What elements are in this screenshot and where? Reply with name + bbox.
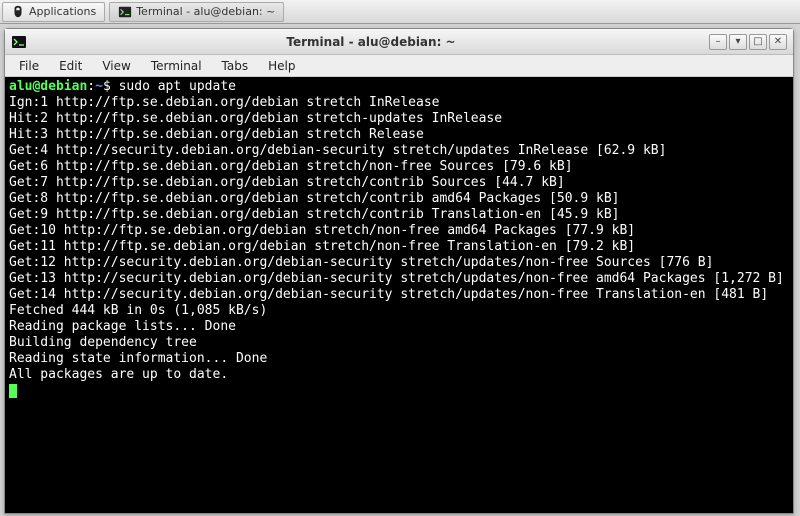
applications-menu[interactable]: Applications	[2, 2, 105, 22]
shade-button[interactable]: ▾	[729, 34, 747, 50]
terminal-window: Terminal - alu@debian: ~ – ▾ □ ✕ File Ed…	[4, 28, 794, 514]
taskbar-terminal-entry[interactable]: Terminal - alu@debian: ~	[109, 2, 284, 22]
menubar: File Edit View Terminal Tabs Help	[5, 55, 793, 77]
prompt-path: ~	[95, 79, 103, 94]
prompt-dollar: $	[103, 79, 119, 94]
terminal-icon	[11, 34, 27, 50]
menu-help[interactable]: Help	[258, 56, 305, 76]
menu-view[interactable]: View	[92, 56, 140, 76]
taskbar: Applications Terminal - alu@debian: ~	[0, 0, 800, 24]
command-text: sudo apt update	[119, 79, 236, 94]
menu-file[interactable]: File	[9, 56, 49, 76]
window-title: Terminal - alu@debian: ~	[33, 35, 709, 49]
terminal-area[interactable]: alu@debian:~$ sudo apt update Ign:1 http…	[5, 77, 793, 513]
cursor	[9, 384, 17, 398]
prompt-user-host: alu@debian	[9, 79, 87, 94]
titlebar[interactable]: Terminal - alu@debian: ~ – ▾ □ ✕	[5, 29, 793, 55]
maximize-button[interactable]: □	[749, 34, 767, 50]
minimize-button[interactable]: –	[709, 34, 727, 50]
taskbar-terminal-label: Terminal - alu@debian: ~	[136, 5, 275, 18]
mouse-icon	[11, 5, 25, 19]
terminal-icon	[118, 5, 132, 19]
terminal-output: Ign:1 http://ftp.se.debian.org/debian st…	[9, 95, 784, 382]
menu-terminal[interactable]: Terminal	[141, 56, 212, 76]
menu-tabs[interactable]: Tabs	[212, 56, 259, 76]
applications-label: Applications	[29, 5, 96, 18]
menu-edit[interactable]: Edit	[49, 56, 92, 76]
prompt-colon: :	[87, 79, 95, 94]
close-button[interactable]: ✕	[769, 34, 787, 50]
window-buttons: – ▾ □ ✕	[709, 34, 787, 50]
